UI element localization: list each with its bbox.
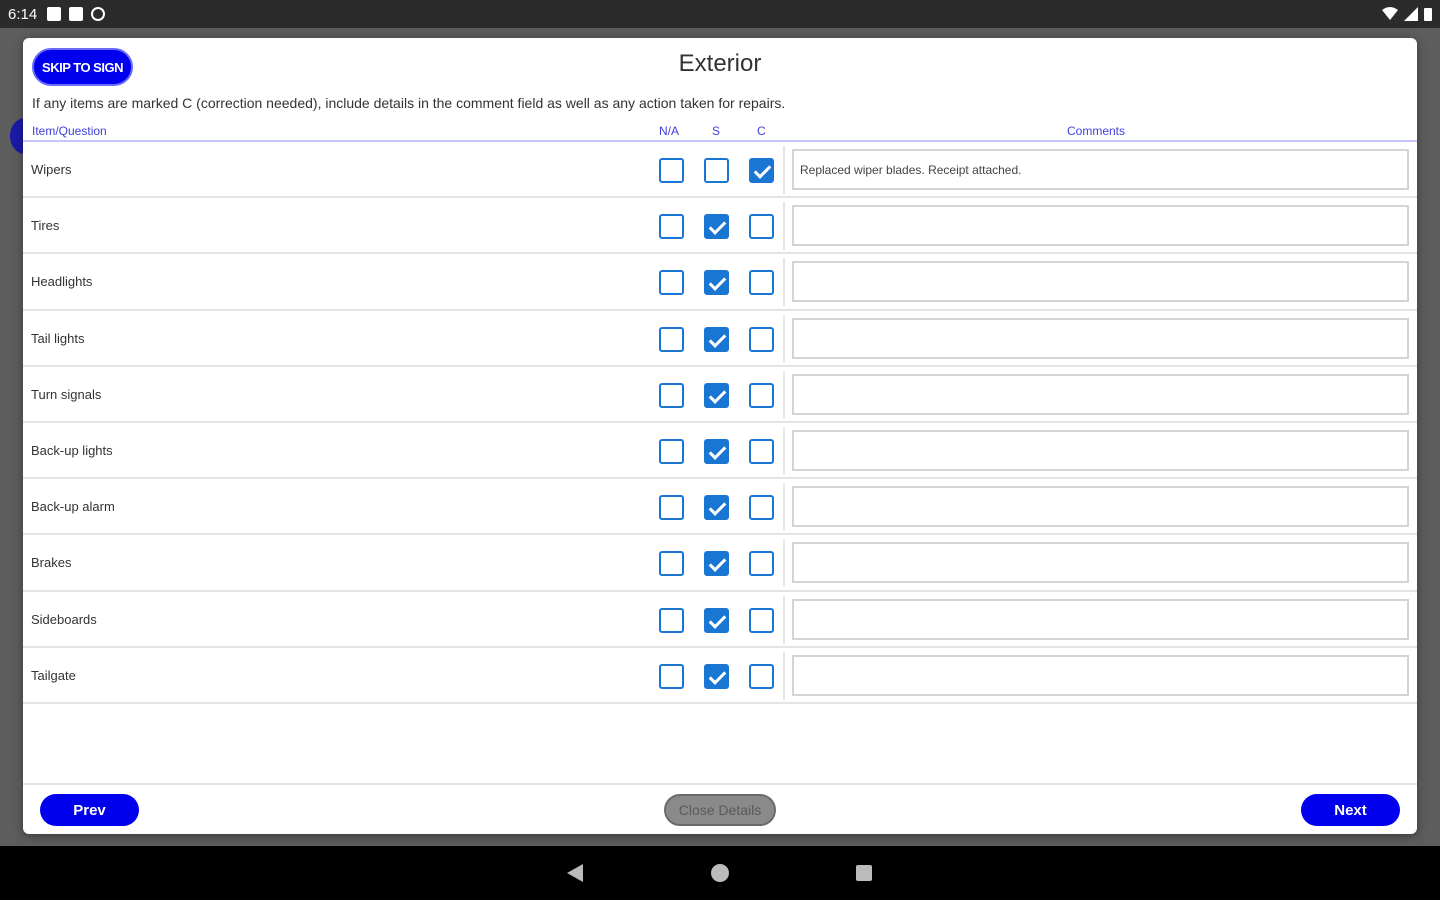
close-details-button[interactable]: Close Details [664,794,776,826]
comment-input[interactable] [792,261,1409,303]
comment-input[interactable] [792,486,1409,528]
checklist-row: Back-up alarm [23,479,1417,536]
checklist-row: Wipers [23,142,1417,199]
s-checkbox[interactable] [704,326,729,352]
comment-input[interactable] [792,598,1409,640]
row-label: Tailgate [31,667,76,683]
comment-input[interactable] [792,205,1409,247]
c-checkbox[interactable] [749,214,774,240]
battery-icon [1424,8,1432,21]
column-separator [783,314,785,363]
back-icon[interactable] [567,864,583,882]
checklist-row: Headlights [23,254,1417,311]
na-checkbox[interactable] [659,438,684,464]
s-checkbox[interactable] [704,663,729,689]
checklist-row: Back-up lights [23,423,1417,480]
c-checkbox[interactable] [749,607,774,633]
prev-button[interactable]: Prev [40,794,139,826]
column-separator [783,202,785,251]
sync-icon [91,7,106,21]
comment-input[interactable] [792,429,1409,471]
s-checkbox[interactable] [704,382,729,408]
comment-input[interactable] [792,542,1409,584]
wifi-icon [1382,7,1398,20]
c-checkbox[interactable] [749,270,774,296]
notification-icons [47,7,106,21]
column-separator [783,651,785,700]
sd-card-icon [69,7,84,21]
row-label: Wipers [31,162,72,177]
s-checkbox[interactable] [704,158,729,183]
s-checkbox[interactable] [704,214,729,240]
checklist-row: Brakes [23,535,1417,592]
home-icon[interactable] [711,864,729,882]
checklist-row: Tail lights [23,311,1417,367]
column-separator [783,370,785,419]
s-checkbox[interactable] [704,438,729,464]
checklist-row: Tailgate [23,648,1417,704]
comment-input[interactable] [792,317,1409,359]
na-checkbox[interactable] [659,158,684,183]
signal-icon [1404,7,1418,21]
c-checkbox[interactable] [749,495,774,521]
c-checkbox[interactable] [749,382,774,408]
column-separator [783,146,785,194]
checklist-row: Tires [23,198,1417,255]
footer-divider [23,783,1417,785]
comment-input[interactable] [792,654,1409,696]
na-checkbox[interactable] [659,382,684,408]
header-item: Item/Question [32,124,107,138]
s-checkbox[interactable] [704,495,729,521]
column-separator [783,539,785,588]
row-label: Headlights [31,274,93,290]
c-checkbox[interactable] [749,438,774,464]
na-checkbox[interactable] [659,270,684,296]
column-separator [783,258,785,307]
header-comments: Comments [1067,124,1126,138]
recents-icon[interactable] [856,865,872,881]
header-na: N/A [659,124,680,138]
checklist-rows: Wipers Tires Headlights Tail lights Turn sig… [23,142,1417,704]
next-button[interactable]: Next [1301,794,1400,826]
s-checkbox[interactable] [704,551,729,577]
na-checkbox[interactable] [659,607,684,633]
row-label: Turn signals [31,386,102,402]
c-checkbox[interactable] [749,326,774,352]
row-label: Tires [31,218,60,234]
header-s: S [712,124,721,138]
navigation-bar [0,846,1440,900]
c-checkbox[interactable] [749,663,774,689]
column-separator [783,595,785,644]
na-checkbox[interactable] [659,495,684,521]
row-label: Brakes [31,555,72,571]
column-separator [783,483,785,532]
comment-input[interactable] [792,149,1409,190]
na-checkbox[interactable] [659,663,684,689]
header-c: C [757,124,766,138]
row-label: Sideboards [31,611,97,627]
comment-input[interactable] [792,373,1409,415]
notification-icon [47,7,62,21]
c-checkbox[interactable] [749,551,774,577]
s-checkbox[interactable] [704,270,729,296]
checklist-row: Turn signals [23,367,1417,423]
status-bar: 6:14 [0,0,1440,28]
status-time: 6:14 [8,5,38,23]
row-label: Back-up lights [31,442,113,458]
s-checkbox[interactable] [704,607,729,633]
column-separator [783,426,785,475]
row-label: Back-up alarm [31,499,115,515]
instructions-text: If any items are marked C (correction ne… [32,95,786,111]
na-checkbox[interactable] [659,326,684,352]
checklist-row: Sideboards [23,592,1417,648]
dialog-title: Exterior [678,50,762,77]
c-checkbox[interactable] [749,158,774,183]
na-checkbox[interactable] [659,551,684,577]
row-label: Tail lights [31,330,85,346]
na-checkbox[interactable] [659,214,684,240]
system-icons [1382,7,1432,21]
exterior-dialog: SKIP TO SIGN Exterior If any items are m… [23,38,1417,834]
